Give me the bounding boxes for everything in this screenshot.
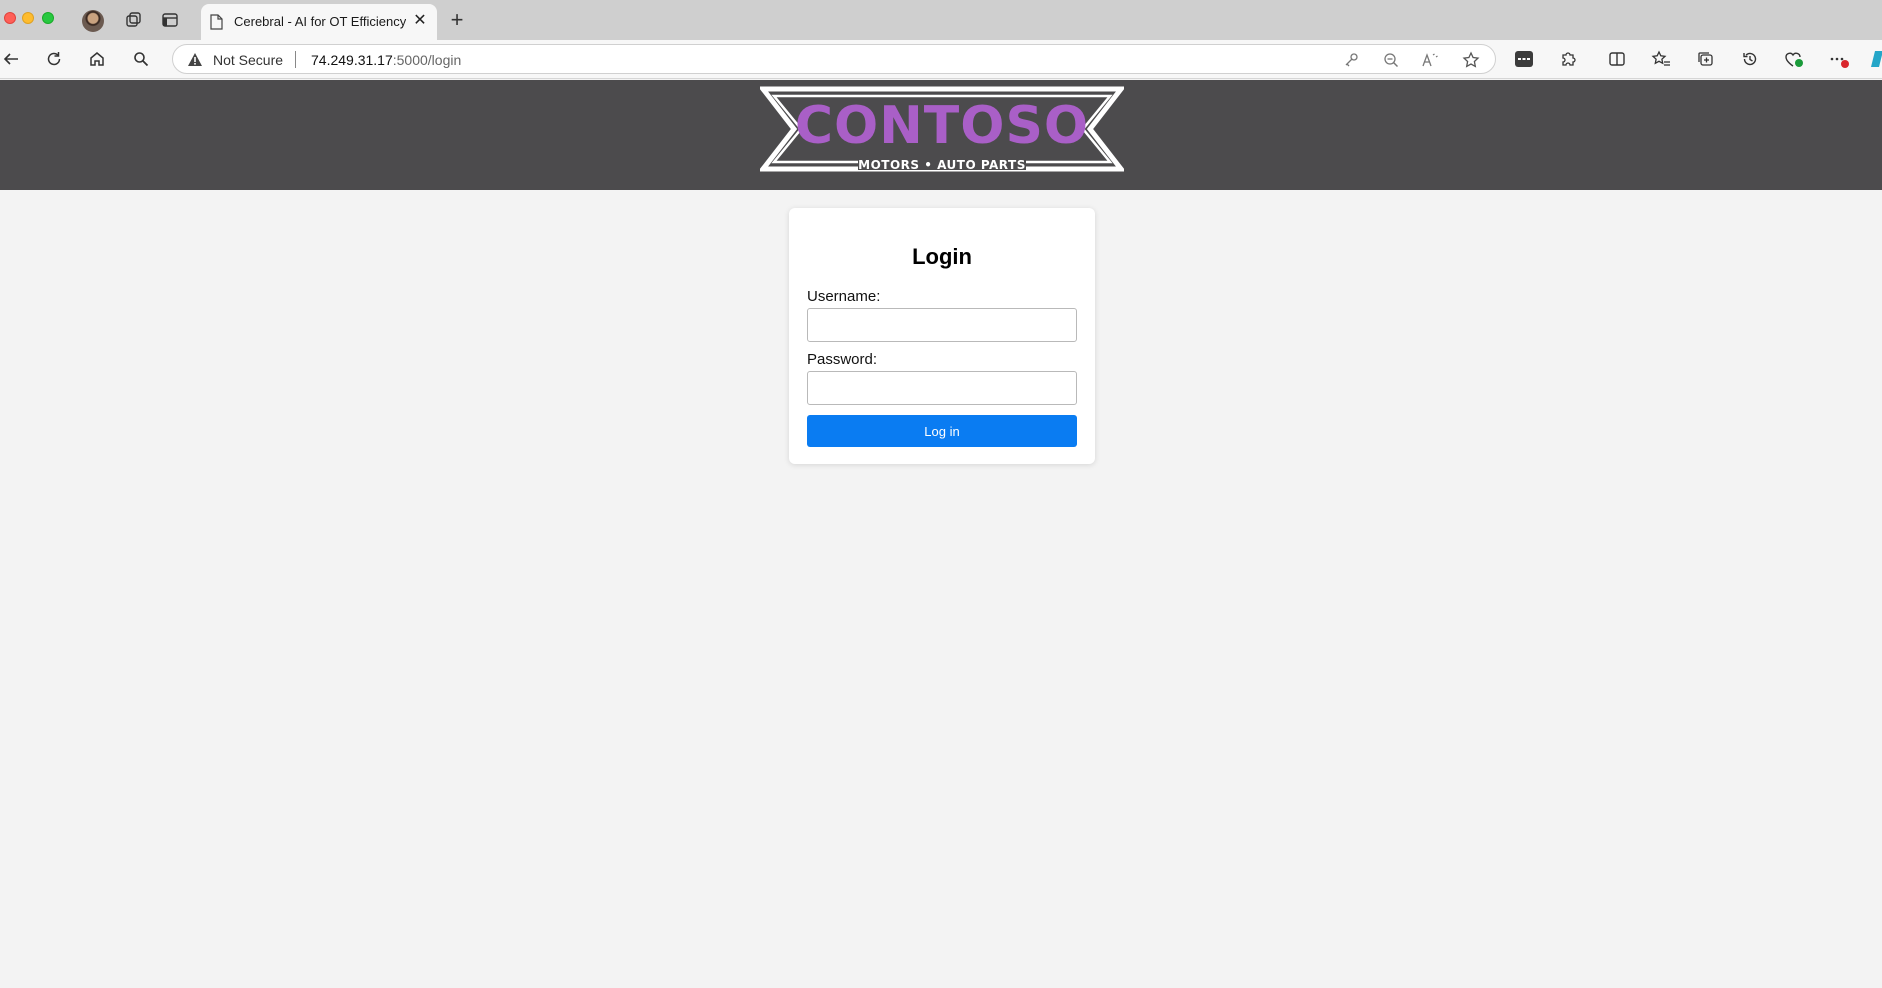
history-icon[interactable] <box>1739 48 1761 70</box>
security-status[interactable]: Not Secure <box>213 52 283 68</box>
window-close-button[interactable] <box>4 12 16 24</box>
workspaces-icon[interactable] <box>123 9 145 31</box>
login-button[interactable]: Log in <box>807 415 1077 447</box>
favorites-icon[interactable] <box>1650 48 1672 70</box>
copilot-icon[interactable] <box>1866 48 1882 70</box>
more-options-icon[interactable] <box>1829 48 1851 70</box>
vertical-tabs-icon[interactable] <box>159 9 181 31</box>
split-screen-icon[interactable] <box>1606 48 1628 70</box>
zoom-out-icon[interactable] <box>1381 50 1401 70</box>
favorite-star-icon[interactable] <box>1461 50 1481 70</box>
key-icon[interactable] <box>1341 50 1361 70</box>
tab-title: Cerebral - AI for OT Efficiency <box>234 14 406 29</box>
address-bar[interactable]: Not Secure 74.249.31.17:5000/login <box>172 44 1496 74</box>
search-icon[interactable] <box>130 48 152 70</box>
url-host: 74.249.31.17 <box>311 52 393 68</box>
back-icon[interactable] <box>0 48 22 70</box>
login-title: Login <box>912 244 972 269</box>
browser-essentials-icon[interactable] <box>1783 48 1805 70</box>
window-maximize-button[interactable] <box>42 12 54 24</box>
password-label: Password: <box>807 351 878 368</box>
page-icon <box>209 14 223 35</box>
url-path: :5000/login <box>392 52 462 68</box>
tab-close-button[interactable]: ✕ <box>411 12 429 30</box>
address-divider <box>295 51 296 68</box>
collections-icon[interactable] <box>1694 48 1716 70</box>
warning-icon[interactable] <box>187 52 203 72</box>
refresh-icon[interactable] <box>43 48 65 70</box>
new-tab-button[interactable]: + <box>446 9 468 31</box>
contoso-logo: CONTOSO MOTORS • AUTO PARTS <box>760 86 1124 178</box>
username-input[interactable] <box>807 308 1077 342</box>
home-icon[interactable] <box>86 48 108 70</box>
browser-toolbar: Not Secure 74.249.31.17:5000/login <box>0 40 1882 79</box>
read-aloud-icon[interactable] <box>1421 50 1441 70</box>
profile-avatar[interactable] <box>82 10 104 32</box>
window-minimize-button[interactable] <box>22 12 34 24</box>
extension-terminal-icon[interactable] <box>1513 48 1535 70</box>
url-text[interactable]: 74.249.31.17:5000/login <box>311 52 461 68</box>
extensions-puzzle-icon[interactable] <box>1557 48 1579 70</box>
login-card: Login Username: Password: Log in <box>789 208 1095 464</box>
logo-title: CONTOSO <box>794 96 1090 156</box>
tab-active[interactable]: Cerebral - AI for OT Efficiency ✕ <box>201 4 437 40</box>
browser-tab-strip: Cerebral - AI for OT Efficiency ✕ + <box>0 0 1882 40</box>
logo-subtitle: MOTORS • AUTO PARTS <box>858 158 1026 172</box>
password-input[interactable] <box>807 371 1077 405</box>
site-header: CONTOSO MOTORS • AUTO PARTS <box>0 80 1882 190</box>
username-label: Username: <box>807 288 881 305</box>
